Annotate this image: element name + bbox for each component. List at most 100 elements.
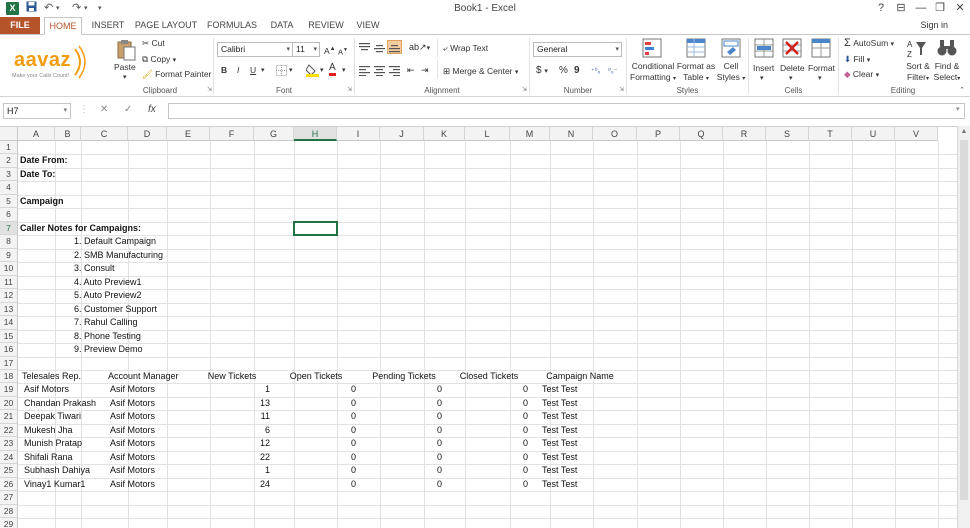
table-cell[interactable]: Test Test bbox=[542, 397, 622, 410]
row-header-8[interactable]: 8 bbox=[0, 235, 18, 249]
table-cell[interactable]: Subhash Dahiya bbox=[24, 464, 106, 477]
table-cell[interactable]: Test Test bbox=[542, 424, 622, 437]
table-header[interactable]: Account Manager bbox=[108, 370, 190, 383]
table-cell[interactable]: 0 bbox=[276, 437, 356, 450]
decrease-indent-icon[interactable]: ⇤ bbox=[407, 65, 415, 76]
table-cell[interactable]: 1 bbox=[190, 383, 270, 396]
name-box[interactable]: H7 ▾ bbox=[3, 103, 71, 119]
column-header-b[interactable]: B bbox=[55, 127, 81, 141]
row-header-7[interactable]: 7 bbox=[0, 221, 18, 236]
font-name-dropdown[interactable]: Calibri ▾ bbox=[217, 42, 293, 57]
table-header[interactable]: Pending Tickets bbox=[362, 370, 446, 383]
row-header-13[interactable]: 13 bbox=[0, 302, 18, 317]
campaign-list-item[interactable]: 2. SMB Manufacturing bbox=[74, 249, 214, 262]
font-launcher-icon[interactable]: ⇲ bbox=[347, 85, 352, 96]
table-cell[interactable]: Chandan Prakash bbox=[24, 397, 106, 410]
tab-home[interactable]: HOME bbox=[44, 17, 82, 35]
delete-cells-icon[interactable] bbox=[782, 38, 802, 58]
column-header-c[interactable]: C bbox=[81, 127, 128, 141]
table-cell[interactable]: Test Test bbox=[542, 464, 622, 477]
table-cell[interactable]: Munish Pratap bbox=[24, 437, 106, 450]
table-cell[interactable]: Asif Motors bbox=[110, 397, 192, 410]
table-header[interactable]: Telesales Rep. bbox=[22, 370, 104, 383]
table-cell[interactable]: 0 bbox=[362, 464, 442, 477]
table-cell[interactable]: 0 bbox=[446, 397, 528, 410]
percent-style-button[interactable]: % bbox=[559, 65, 568, 76]
row-header-21[interactable]: 21 bbox=[0, 410, 18, 424]
column-header-r[interactable]: R bbox=[723, 127, 766, 141]
decrease-font-size-button[interactable]: A▼ bbox=[338, 45, 348, 58]
row-header-24[interactable]: 24 bbox=[0, 450, 18, 465]
table-cell[interactable]: 13 bbox=[190, 397, 270, 410]
table-cell[interactable]: 0 bbox=[362, 410, 442, 423]
conditional-formatting-icon[interactable] bbox=[642, 38, 662, 58]
column-header-v[interactable]: V bbox=[895, 127, 938, 141]
date-to-label[interactable]: Date To: bbox=[20, 168, 100, 181]
bold-button[interactable]: B bbox=[221, 65, 227, 76]
campaign-list-item[interactable]: 9. Preview Demo bbox=[74, 343, 214, 356]
column-header-f[interactable]: F bbox=[210, 127, 254, 141]
table-cell[interactable]: 0 bbox=[362, 451, 442, 464]
table-cell[interactable]: 0 bbox=[446, 464, 528, 477]
ribbon-display-options-button[interactable]: ⊟ bbox=[892, 0, 910, 17]
table-cell[interactable]: 0 bbox=[276, 410, 356, 423]
paste-dropdown-icon[interactable]: ▾ bbox=[123, 72, 127, 83]
row-header-22[interactable]: 22 bbox=[0, 423, 18, 438]
spreadsheet-grid[interactable]: A B C D E F G H I J K L M N O P Q R S T U V 1 2 3 4 5 6 7 8 9 10 11 12 13 1… bbox=[0, 126, 957, 528]
borders-icon[interactable] bbox=[276, 65, 287, 76]
column-header-l[interactable]: L bbox=[465, 127, 510, 141]
column-header-h[interactable]: H bbox=[294, 127, 337, 141]
row-header-29[interactable]: 29 bbox=[0, 518, 18, 528]
table-cell[interactable]: 0 bbox=[362, 397, 442, 410]
help-button[interactable]: ? bbox=[872, 0, 890, 17]
bottom-align-button[interactable] bbox=[387, 40, 402, 54]
table-cell[interactable]: Asif Motors bbox=[110, 383, 192, 396]
row-header-28[interactable]: 28 bbox=[0, 504, 18, 519]
clear-button[interactable]: ◆ Clear ▾ bbox=[844, 69, 879, 81]
campaign-list-item[interactable]: 4. Auto Preview1 bbox=[74, 276, 214, 289]
middle-align-icon[interactable] bbox=[374, 43, 385, 53]
column-header-p[interactable]: P bbox=[637, 127, 680, 141]
campaign-label[interactable]: Campaign bbox=[20, 195, 100, 208]
table-cell[interactable]: 0 bbox=[362, 478, 442, 491]
copy-button[interactable]: ⧉ Copy ▾ bbox=[142, 54, 176, 66]
row-header-6[interactable]: 6 bbox=[0, 208, 18, 222]
table-cell[interactable]: 1 bbox=[190, 464, 270, 477]
format-cells-icon[interactable] bbox=[811, 38, 831, 58]
number-launcher-icon[interactable]: ⇲ bbox=[619, 85, 624, 96]
delete-dropdown-icon[interactable]: ▾ bbox=[789, 73, 793, 84]
tab-formulas[interactable]: FORMULAS bbox=[204, 17, 260, 34]
column-header-a[interactable]: A bbox=[18, 127, 55, 141]
table-cell[interactable]: 0 bbox=[276, 397, 356, 410]
table-cell[interactable]: 0 bbox=[446, 478, 528, 491]
table-cell[interactable]: Asif Motors bbox=[110, 478, 192, 491]
column-header-n[interactable]: N bbox=[550, 127, 593, 141]
font-color-dropdown-icon[interactable]: ▾ bbox=[342, 65, 346, 76]
sort-filter-icon[interactable]: AZ bbox=[907, 38, 927, 58]
table-cell[interactable]: 0 bbox=[276, 478, 356, 491]
table-cell[interactable]: 22 bbox=[190, 451, 270, 464]
fill-color-icon[interactable] bbox=[306, 63, 319, 77]
align-left-icon[interactable] bbox=[359, 66, 370, 76]
table-header[interactable]: Campaign Name bbox=[540, 370, 620, 383]
campaign-list-item[interactable]: 8. Phone Testing bbox=[74, 330, 214, 343]
underline-dropdown-icon[interactable]: ▾ bbox=[261, 65, 265, 76]
date-from-label[interactable]: Date From: bbox=[20, 154, 100, 167]
increase-indent-icon[interactable]: ⇥ bbox=[421, 65, 429, 76]
row-header-19[interactable]: 19 bbox=[0, 383, 18, 397]
table-cell[interactable]: 0 bbox=[362, 437, 442, 450]
row-header-4[interactable]: 4 bbox=[0, 181, 18, 195]
table-cell[interactable]: Asif Motors bbox=[24, 383, 106, 396]
column-header-s[interactable]: S bbox=[766, 127, 809, 141]
active-cell-selection[interactable] bbox=[293, 220, 338, 237]
row-header-16[interactable]: 16 bbox=[0, 343, 18, 357]
cell-styles-button[interactable]: Cell Styles ▾ bbox=[715, 61, 747, 85]
column-header-q[interactable]: Q bbox=[680, 127, 723, 141]
scroll-up-icon[interactable]: ▲ bbox=[958, 128, 970, 135]
minimize-button[interactable]: — bbox=[912, 0, 930, 17]
align-right-icon[interactable] bbox=[389, 66, 400, 76]
table-cell[interactable]: Mukesh Jha bbox=[24, 424, 106, 437]
table-cell[interactable]: 0 bbox=[276, 451, 356, 464]
row-header-26[interactable]: 26 bbox=[0, 477, 18, 492]
tab-review[interactable]: REVIEW bbox=[306, 17, 346, 34]
